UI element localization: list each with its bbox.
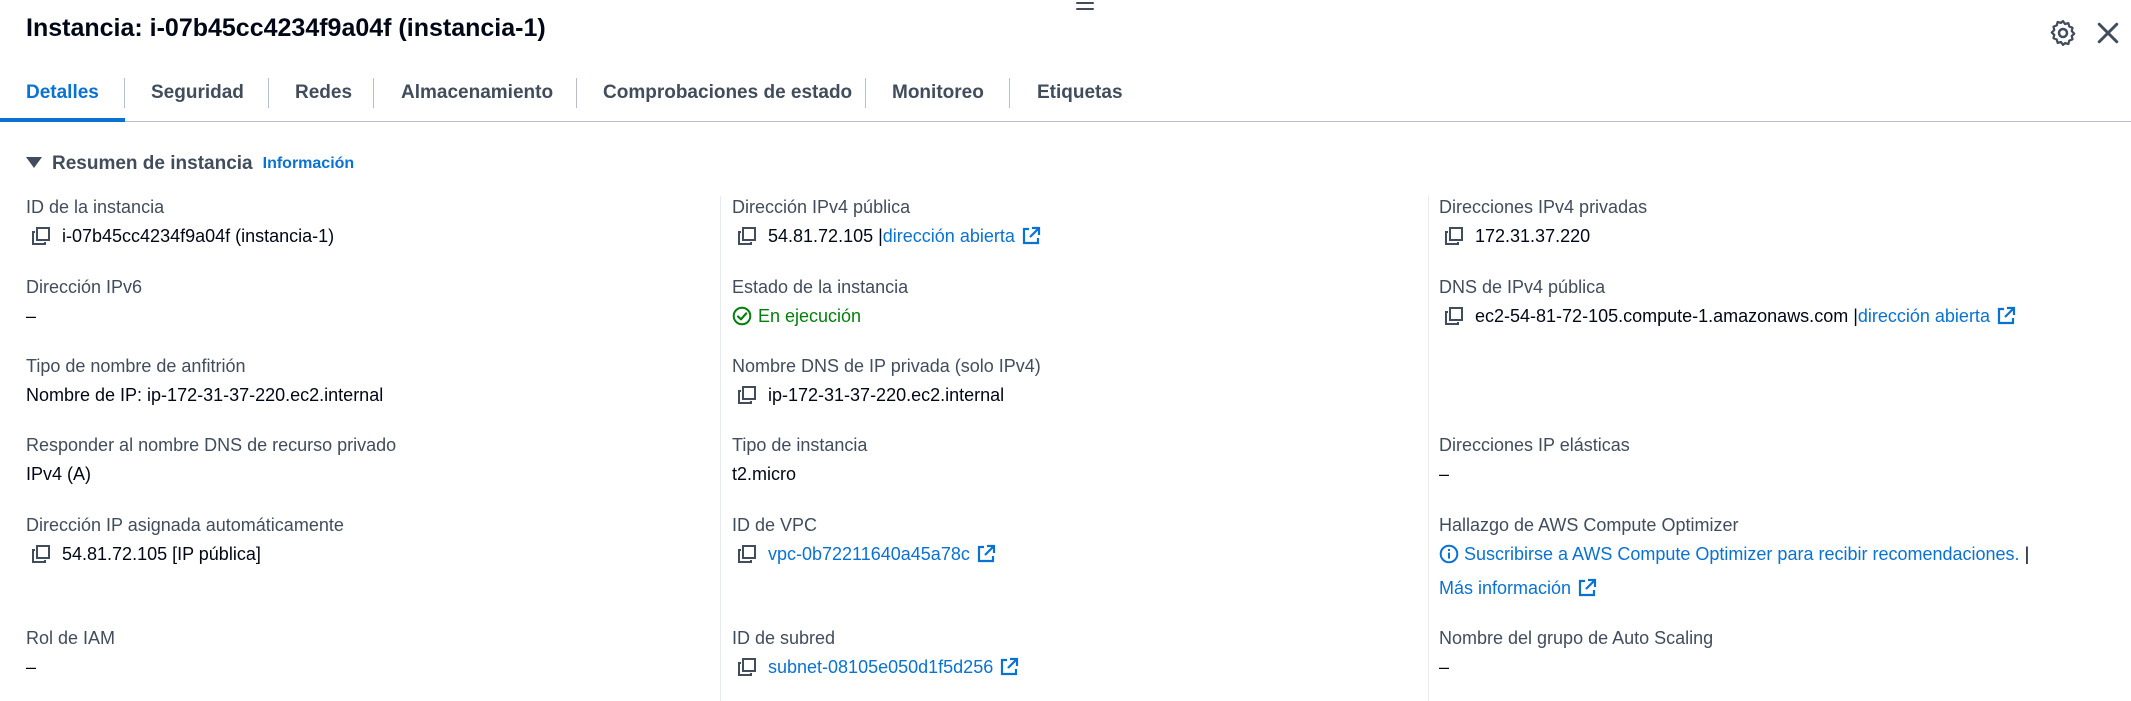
field-label: DNS de IPv4 pública — [1439, 277, 1606, 297]
field-instance-state: Estado de la instancia En ejecución — [732, 276, 908, 327]
copy-icon[interactable] — [738, 386, 756, 404]
field-value: t2.micro — [732, 464, 797, 484]
field-elastic-ip: Direcciones IP elásticas – — [1439, 434, 1630, 485]
page-title: Instancia: i-07b45cc4234f9a04f (instanci… — [26, 14, 546, 42]
separator: | — [2019, 544, 2030, 564]
field-label: Nombre DNS de IP privada (solo IPv4) — [732, 356, 1041, 376]
copy-icon[interactable] — [32, 227, 50, 245]
field-label: Hallazgo de AWS Compute Optimizer — [1439, 515, 1739, 535]
field-label: Tipo de instancia — [732, 435, 868, 455]
field-label: Responder al nombre DNS de recurso priva… — [26, 435, 397, 455]
field-value: 54.81.72.105 | — [768, 226, 883, 246]
field-label: Direcciones IPv4 privadas — [1439, 197, 1648, 217]
field-value: – — [1439, 464, 1450, 484]
field-value: – — [1439, 657, 1450, 677]
copy-icon[interactable] — [32, 545, 50, 563]
column-divider — [1428, 196, 1429, 701]
close-icon[interactable] — [2093, 18, 2123, 48]
tab-divider — [576, 78, 577, 108]
field-subnet-id: ID de subred subnet-08105e050d1f5d256 — [732, 627, 1019, 678]
settings-gear-icon[interactable] — [2048, 18, 2078, 48]
success-check-icon — [732, 306, 752, 326]
field-value: – — [26, 306, 37, 326]
optimizer-subscribe-link[interactable]: Suscribirse a AWS Compute Optimizer para… — [1464, 543, 2020, 565]
section-header[interactable]: Resumen de instancia Información — [26, 153, 354, 177]
field-label: Dirección IP asignada automáticamente — [26, 515, 344, 535]
tab-divider — [124, 78, 125, 108]
tab-divider — [268, 78, 269, 108]
field-private-ipv4: Direcciones IPv4 privadas 172.31.37.220 — [1439, 196, 1647, 247]
field-value: 172.31.37.220 — [1475, 226, 1591, 246]
field-label: Dirección IPv4 pública — [732, 197, 911, 217]
field-label: Estado de la instancia — [732, 277, 909, 297]
field-label: Direcciones IP elásticas — [1439, 435, 1630, 455]
field-compute-optimizer: Hallazgo de AWS Compute Optimizer Suscri… — [1439, 514, 2029, 599]
field-iam-role: Rol de IAM – — [26, 627, 115, 678]
tab-monitoreo[interactable]: Monitoreo — [892, 73, 984, 120]
more-info-link[interactable]: Más información — [1439, 577, 1571, 599]
copy-icon[interactable] — [738, 545, 756, 563]
section-title: Resumen de instancia — [52, 153, 253, 174]
field-value: – — [26, 657, 37, 677]
copy-icon[interactable] — [1445, 307, 1463, 325]
panel-resize-handle[interactable] — [1076, 0, 1094, 14]
vpc-id-link[interactable]: vpc-0b72211640a45a78c — [768, 543, 970, 565]
tab-almacenamiento[interactable]: Almacenamiento — [401, 73, 553, 120]
caret-down-icon[interactable] — [26, 157, 42, 168]
external-link-icon[interactable] — [1577, 578, 1597, 598]
info-icon — [1439, 544, 1459, 564]
field-value: IPv4 (A) — [26, 464, 92, 484]
field-label: Rol de IAM — [26, 628, 116, 648]
subnet-id-link[interactable]: subnet-08105e050d1f5d256 — [768, 656, 993, 678]
field-label: ID de subred — [732, 628, 836, 648]
field-label: Dirección IPv6 — [26, 277, 143, 297]
info-link[interactable]: Información — [263, 155, 355, 172]
field-value: Nombre de IP: ip-172-31-37-220.ec2.inter… — [26, 385, 384, 405]
field-private-dns-name: Nombre DNS de IP privada (solo IPv4) ip-… — [732, 355, 1041, 406]
copy-icon[interactable] — [738, 658, 756, 676]
external-link-icon[interactable] — [999, 657, 1019, 677]
external-link-icon[interactable] — [1021, 226, 1041, 246]
tab-divider — [373, 78, 374, 108]
field-label: Tipo de nombre de anfitrión — [26, 356, 246, 376]
field-value: ip-172-31-37-220.ec2.internal — [768, 385, 1005, 405]
external-link-icon[interactable] — [1996, 306, 2016, 326]
field-auto-scaling-group: Nombre del grupo de Auto Scaling – — [1439, 627, 1713, 678]
external-link-icon[interactable] — [976, 544, 996, 564]
field-label: ID de la instancia — [26, 197, 165, 217]
tab-divider — [865, 78, 866, 108]
field-instance-type: Tipo de instancia t2.micro — [732, 434, 867, 485]
tab-bar: Detalles Seguridad Redes Almacenamiento … — [0, 73, 2131, 122]
field-public-ipv4: Dirección IPv4 pública 54.81.72.105 | di… — [732, 196, 1041, 247]
tab-comprobaciones-de-estado[interactable]: Comprobaciones de estado — [603, 73, 852, 120]
field-label: ID de VPC — [732, 515, 818, 535]
field-auto-assigned-ip: Dirección IP asignada automáticamente 54… — [26, 514, 344, 565]
field-value: 54.81.72.105 [IP pública] — [62, 544, 261, 564]
tab-seguridad[interactable]: Seguridad — [151, 73, 244, 120]
column-divider — [720, 196, 721, 701]
open-address-link[interactable]: dirección abierta — [1858, 305, 1990, 327]
field-hostname-type: Tipo de nombre de anfitrión Nombre de IP… — [26, 355, 383, 406]
open-address-link[interactable]: dirección abierta — [883, 225, 1015, 247]
tab-etiquetas[interactable]: Etiquetas — [1037, 73, 1123, 120]
field-label: Nombre del grupo de Auto Scaling — [1439, 628, 1714, 648]
field-instance-id: ID de la instancia i-07b45cc4234f9a04f (… — [26, 196, 334, 247]
tab-redes[interactable]: Redes — [295, 73, 352, 120]
status-text: En ejecución — [758, 306, 862, 326]
field-private-dns-answer: Responder al nombre DNS de recurso priva… — [26, 434, 396, 485]
field-vpc-id: ID de VPC vpc-0b72211640a45a78c — [732, 514, 996, 565]
tab-divider — [1009, 78, 1010, 108]
field-value: ec2-54-81-72-105.compute-1.amazonaws.com… — [1475, 306, 1858, 326]
tab-detalles[interactable]: Detalles — [0, 73, 125, 122]
field-value: i-07b45cc4234f9a04f (instancia-1) — [62, 226, 335, 246]
copy-icon[interactable] — [738, 227, 756, 245]
field-ipv6: Dirección IPv6 – — [26, 276, 142, 327]
copy-icon[interactable] — [1445, 227, 1463, 245]
field-public-dns: DNS de IPv4 pública ec2-54-81-72-105.com… — [1439, 276, 2016, 327]
